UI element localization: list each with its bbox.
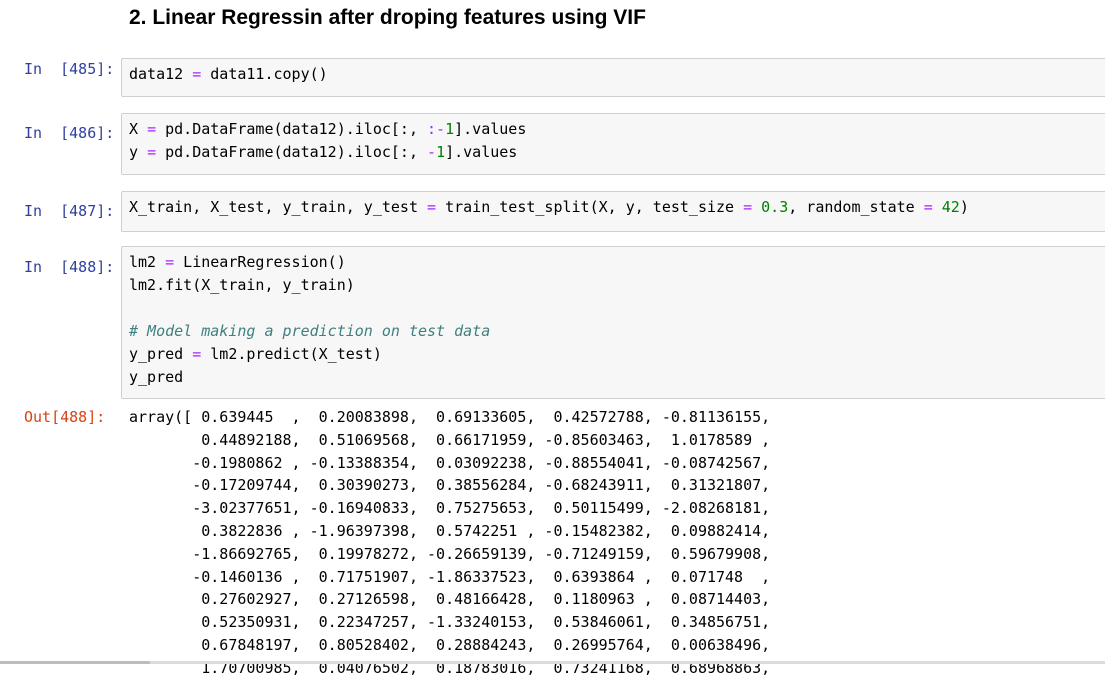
output-prompt: Out[488]: [24, 408, 106, 426]
code-token: X_train, X_test, y_train, y_test [129, 198, 428, 216]
code-token: = [165, 253, 175, 271]
code-token: data12 [129, 65, 193, 83]
output-line: array([ 0.639445 , 0.20083898, 0.6913360… [129, 408, 771, 426]
input-prompt: In [486]: [24, 124, 115, 142]
code-token: y_pred [129, 345, 193, 363]
code-token: 0.3 [761, 198, 789, 216]
code-token: lm2.fit(X_train, y_train) [129, 276, 355, 294]
code-editor[interactable]: data12 = data11.copy() [121, 58, 1105, 97]
code-line: lm2 = LinearRegression() [129, 251, 1105, 274]
code-line: y_pred = lm2.predict(X_test) [129, 343, 1105, 366]
code-token: # Model making a prediction on test data [129, 322, 491, 340]
output-line: -1.86692765, 0.19978272, -0.26659139, -0… [129, 544, 771, 563]
code-editor[interactable]: X_train, X_test, y_train, y_test = train… [121, 191, 1105, 232]
code-line: lm2.fit(X_train, y_train) [129, 274, 1105, 297]
code-token: = [427, 198, 437, 216]
code-token: train_test_split(X, y, test_size [436, 198, 744, 216]
code-token: ].values [454, 120, 527, 138]
code-line: y = pd.DataFrame(data12).iloc[:, -1].val… [129, 141, 1105, 164]
output-line: -0.1460136 , 0.71751907, -1.86337523, 0.… [129, 567, 771, 586]
code-line: y_pred [129, 366, 1105, 389]
code-token: data11.copy() [201, 65, 328, 83]
output-line: -3.02377651, -0.16940833, 0.75275653, 0.… [129, 499, 771, 518]
input-prompt: In [487]: [24, 202, 115, 220]
output-line: -0.17209744, 0.30390273, 0.38556284, -0.… [129, 476, 771, 495]
output-line: -0.1980862 , -0.13388354, 0.03092238, -0… [129, 453, 771, 472]
output-line: 0.52350931, 0.22347257, -1.33240153, 0.5… [129, 613, 771, 632]
code-token: = [923, 198, 933, 216]
code-token: y [129, 143, 148, 161]
code-token: pd.DataFrame(data12).iloc[:, [156, 143, 428, 161]
code-line: # Model making a prediction on test data [129, 320, 1105, 343]
output-line: 0.27602927, 0.27126598, 0.48166428, 0.11… [129, 590, 771, 609]
code-token: = [147, 143, 157, 161]
code-line: data12 = data11.copy() [129, 63, 1105, 86]
code-token: X [129, 120, 148, 138]
code-token: ) [959, 198, 969, 216]
output-line: 0.44892188, 0.51069568, 0.66171959, -0.8… [129, 430, 771, 449]
code-token: ].values [445, 143, 518, 161]
input-prompt: In [485]: [24, 60, 115, 78]
code-token: 1 [445, 120, 455, 138]
output-line: 0.3822836 , -1.96397398, 0.5742251 , -0.… [129, 521, 771, 540]
code-token: y_pred [129, 368, 184, 386]
code-editor[interactable]: X = pd.DataFrame(data12).iloc[:, :-1].va… [121, 113, 1105, 175]
code-token: , random_state [788, 198, 924, 216]
code-token: lm2.predict(X_test) [201, 345, 382, 363]
code-line: X = pd.DataFrame(data12).iloc[:, :-1].va… [129, 118, 1105, 141]
input-prompt: In [488]: [24, 258, 115, 276]
code-token: lm2 [129, 253, 166, 271]
code-token: :- [427, 120, 446, 138]
code-token: pd.DataFrame(data12).iloc[:, [156, 120, 428, 138]
code-token: = [147, 120, 157, 138]
code-token: 42 [941, 198, 960, 216]
section-heading: 2. Linear Regressin after droping featur… [129, 6, 646, 29]
code-token: = [743, 198, 753, 216]
code-editor[interactable]: lm2 = LinearRegression() lm2.fit(X_train,… [121, 246, 1105, 399]
output-text: array([ 0.639445 , 0.20083898, 0.6913360… [129, 406, 770, 680]
code-line: X_train, X_test, y_train, y_test = train… [129, 196, 1105, 219]
code-token: = [192, 65, 202, 83]
code-token: = [192, 345, 202, 363]
code-token: 1 [436, 143, 446, 161]
code-token: - [427, 143, 437, 161]
output-line: 0.67848197, 0.80528402, 0.28884243, 0.26… [129, 635, 771, 654]
code-token: LinearRegression() [174, 253, 346, 271]
